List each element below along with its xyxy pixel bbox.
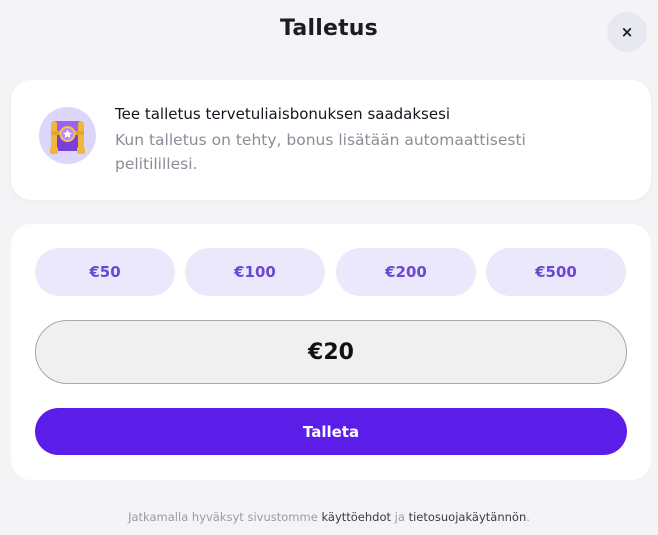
terms-suffix: . <box>526 510 530 524</box>
preset-amount-50-button[interactable]: €50 <box>35 248 175 296</box>
close-button[interactable]: × <box>607 12 647 52</box>
preset-amount-100-button[interactable]: €100 <box>185 248 325 296</box>
preset-amount-200-button[interactable]: €200 <box>336 248 476 296</box>
page-title: Talletus <box>280 16 378 41</box>
terms-link[interactable]: käyttöehdot <box>321 510 391 524</box>
terms-conjunction: ja <box>391 510 409 524</box>
terms-prefix: Jatkamalla hyväksyt sivustomme <box>128 510 322 524</box>
deposit-button[interactable]: Talleta <box>35 408 627 455</box>
amount-input[interactable] <box>231 339 431 365</box>
treasure-chest-icon <box>39 107 96 164</box>
close-icon: × <box>620 23 634 41</box>
deposit-modal: Talletus × Tee talletus tervetuliaisbonu… <box>0 0 658 535</box>
preset-amount-500-button[interactable]: €500 <box>486 248 626 296</box>
privacy-link[interactable]: tietosuojakäytännön <box>409 510 527 524</box>
terms-notice: Jatkamalla hyväksyt sivustomme käyttöehd… <box>0 510 658 524</box>
bonus-title: Tee talletus tervetuliaisbonuksen saadak… <box>115 105 451 123</box>
bonus-description: Kun talletus on tehty, bonus lisätään au… <box>115 131 526 173</box>
deposit-form-card: €50 €100 €200 €500 Talleta <box>11 224 651 480</box>
bonus-info-card: Tee talletus tervetuliaisbonuksen saadak… <box>11 80 651 200</box>
amount-field[interactable] <box>35 320 627 384</box>
